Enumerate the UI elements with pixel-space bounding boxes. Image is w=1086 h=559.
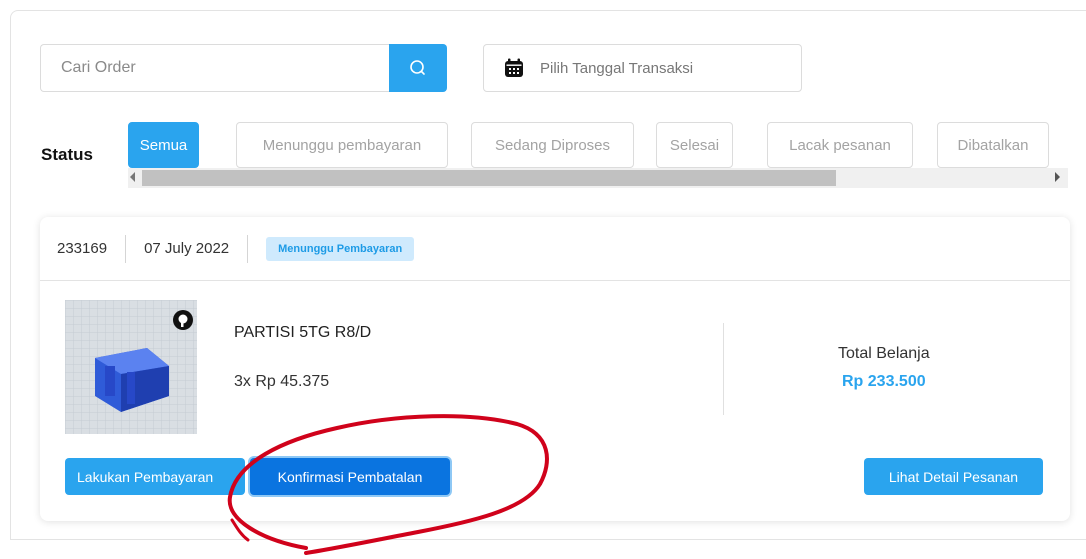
order-id: 233169 (57, 240, 108, 257)
product-qty-price: 3x Rp 45.375 (234, 373, 330, 390)
page: Pilih Tanggal Transaksi Status Semua Men… (0, 0, 1086, 559)
tab-semua[interactable]: Semua (128, 122, 199, 168)
date-filter-button[interactable]: Pilih Tanggal Transaksi (483, 44, 802, 92)
product-name: PARTISI 5TG R8/D (234, 324, 372, 341)
tab-selesai[interactable]: Selesai (656, 122, 733, 168)
calendar-icon (505, 58, 523, 77)
tab-sedang-diproses[interactable]: Sedang Diproses (471, 122, 634, 168)
order-date: 07 July 2022 (144, 240, 230, 257)
divider (247, 234, 249, 263)
tab-lacak-pesanan[interactable]: Lacak pesanan (767, 122, 913, 168)
tab-menunggu-pembayaran[interactable]: Menunggu pembayaran (236, 122, 448, 168)
product-image (65, 300, 197, 434)
order-header: 233169 07 July 2022 Menunggu Pembayaran (40, 217, 1070, 281)
scroll-left-icon[interactable] (130, 172, 135, 182)
total-value: Rp 233.500 (842, 373, 926, 390)
order-detail-button[interactable]: Lihat Detail Pesanan (864, 458, 1043, 495)
search-icon (410, 60, 425, 75)
order-card: 233169 07 July 2022 Menunggu Pembayaran (40, 217, 1070, 521)
confirm-cancel-button[interactable]: Konfirmasi Pembatalan (250, 458, 450, 495)
divider (723, 323, 724, 415)
search-button[interactable] (389, 44, 447, 92)
status-label: Status (41, 145, 93, 164)
search-input[interactable] (40, 44, 389, 92)
status-badge: Menunggu Pembayaran (266, 236, 415, 261)
scroll-thumb[interactable] (142, 170, 836, 186)
tab-dibatalkan[interactable]: Dibatalkan (937, 122, 1049, 168)
scroll-right-icon[interactable] (1055, 172, 1060, 182)
search-bar (40, 44, 447, 92)
total-label: Total Belanja (838, 345, 930, 362)
tabs-scrollbar[interactable] (128, 168, 1068, 188)
date-filter-label: Pilih Tanggal Transaksi (540, 59, 694, 77)
divider (125, 234, 127, 263)
pay-button[interactable]: Lakukan Pembayaran (65, 458, 245, 495)
